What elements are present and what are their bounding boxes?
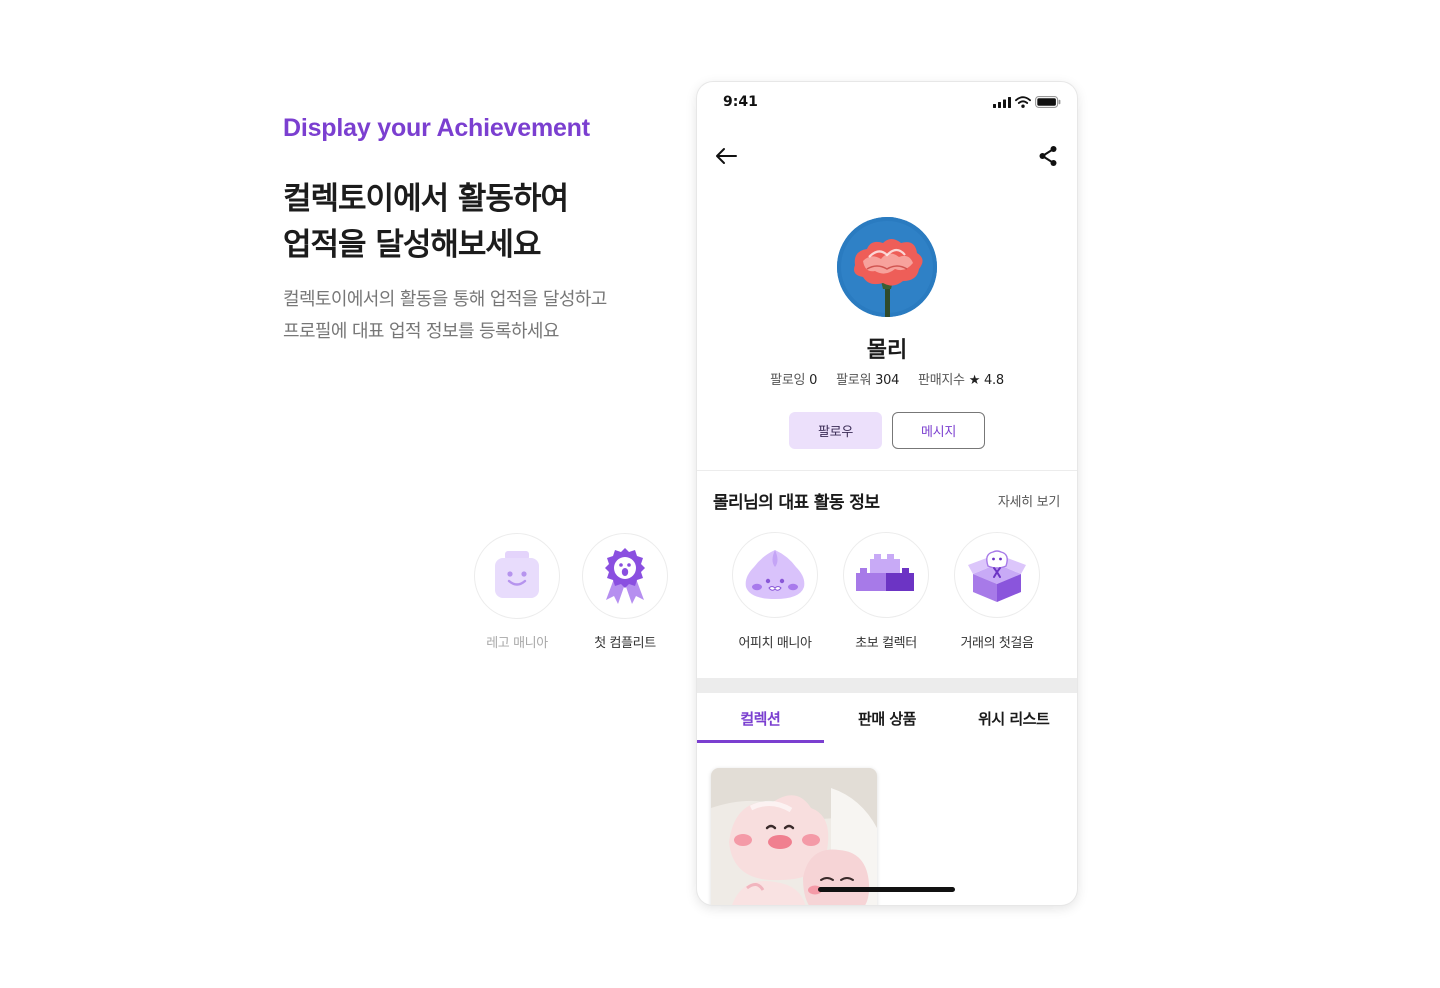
headline: 컬렉토이에서 활동하여 업적을 달성해보세요 xyxy=(283,176,569,268)
profile-name: 몰리 xyxy=(866,338,908,363)
lego-face-icon xyxy=(495,551,539,598)
section-divider xyxy=(697,470,1077,471)
wifi-icon xyxy=(1015,96,1031,108)
achievement-badge-first-trade[interactable]: 거래의 첫걸음 xyxy=(942,532,1052,651)
stat-rating-value: 4.8 xyxy=(984,373,1004,388)
back-button[interactable] xyxy=(711,142,741,170)
collection-item-thumbnail[interactable] xyxy=(711,768,877,905)
achievements-title: 몰리님의 대표 활동 정보 xyxy=(713,493,880,513)
achievement-badge-beginner-collector[interactable]: 초보 컬렉터 xyxy=(831,532,941,651)
profile-actions: 팔로우 메시지 xyxy=(697,412,1077,449)
gift-box-icon xyxy=(968,550,1026,602)
description-line-2: 프로필에 대표 업적 정보를 등록하세요 xyxy=(283,321,559,342)
star-icon: ★ xyxy=(968,373,981,388)
side-badge-label: 첫 컴플리트 xyxy=(594,636,656,651)
stat-following[interactable]: 팔로잉 0 xyxy=(770,369,817,388)
apeach-plush-photo xyxy=(711,768,877,905)
headline-line-1: 컬렉토이에서 활동하여 xyxy=(283,181,569,217)
achievement-badge-label: 초보 컬렉터 xyxy=(855,636,917,651)
stat-followers-label: 팔로워 xyxy=(836,373,872,388)
stat-following-label: 팔로잉 xyxy=(770,373,806,388)
view-more-link[interactable]: 자세히 보기 xyxy=(998,491,1060,510)
side-badge-circle xyxy=(474,533,560,619)
message-button[interactable]: 메시지 xyxy=(892,412,985,449)
headline-line-2: 업적을 달성해보세요 xyxy=(283,227,541,263)
stat-rating: 판매지수 ★ 4.8 xyxy=(918,369,1004,388)
stat-following-count: 0 xyxy=(809,373,818,388)
share-icon xyxy=(1039,146,1057,166)
achievement-badge-circle xyxy=(732,532,818,618)
profile-avatar[interactable] xyxy=(837,217,937,317)
home-indicator xyxy=(818,887,955,892)
description-line-1: 컬렉토이에서의 활동을 통해 업적을 달성하고 xyxy=(283,289,607,310)
arrow-left-icon xyxy=(716,148,737,164)
phone-mockup: 9:41 몰리 팔로잉 0 팔로워 304 판매지수 ★ 4.8 팔로우 메시지… xyxy=(697,82,1077,905)
stat-rating-label: 판매지수 xyxy=(918,373,965,388)
side-badge-first-complete: 첫 컴플리트 xyxy=(577,533,673,651)
tab-collection[interactable]: 컬렉션 xyxy=(697,693,824,743)
top-navigation xyxy=(697,140,1077,172)
profile-stats: 팔로잉 0 팔로워 304 판매지수 ★ 4.8 xyxy=(697,369,1077,388)
achievement-badge-circle xyxy=(954,532,1040,618)
description: 컬렉토이에서의 활동을 통해 업적을 달성하고 프로필에 대표 업적 정보를 등… xyxy=(283,284,607,348)
battery-icon xyxy=(1035,96,1061,108)
carnation-photo xyxy=(837,217,937,317)
follow-button[interactable]: 팔로우 xyxy=(789,412,882,449)
status-time: 9:41 xyxy=(723,94,758,110)
side-badge-label: 레고 매니아 xyxy=(486,636,548,651)
blocks-icon xyxy=(856,554,914,591)
ribbon-medal-icon xyxy=(605,548,645,604)
signal-icon xyxy=(993,96,1011,108)
profile-tabs: 컬렉션 판매 상품 위시 리스트 xyxy=(697,693,1077,743)
achievement-badge-label: 어피치 매니아 xyxy=(738,636,812,651)
achievement-badge-circle xyxy=(843,532,929,618)
share-button[interactable] xyxy=(1033,142,1063,170)
apeach-icon xyxy=(745,550,805,599)
tab-sale-items[interactable]: 판매 상품 xyxy=(824,693,951,743)
status-icons xyxy=(993,96,1061,108)
side-badge-lego: 레고 매니아 xyxy=(469,533,565,651)
stat-followers-count: 304 xyxy=(875,373,900,388)
status-bar: 9:41 xyxy=(697,82,1077,126)
achievement-badge-label: 거래의 첫걸음 xyxy=(960,636,1034,651)
achievement-badge-apeach[interactable]: 어피치 매니아 xyxy=(720,532,830,651)
side-badge-circle xyxy=(582,533,668,619)
section-separator-band xyxy=(697,678,1077,693)
tab-wishlist[interactable]: 위시 리스트 xyxy=(950,693,1077,743)
section-eyebrow: Display your Achievement xyxy=(283,114,590,142)
stat-followers[interactable]: 팔로워 304 xyxy=(836,369,899,388)
